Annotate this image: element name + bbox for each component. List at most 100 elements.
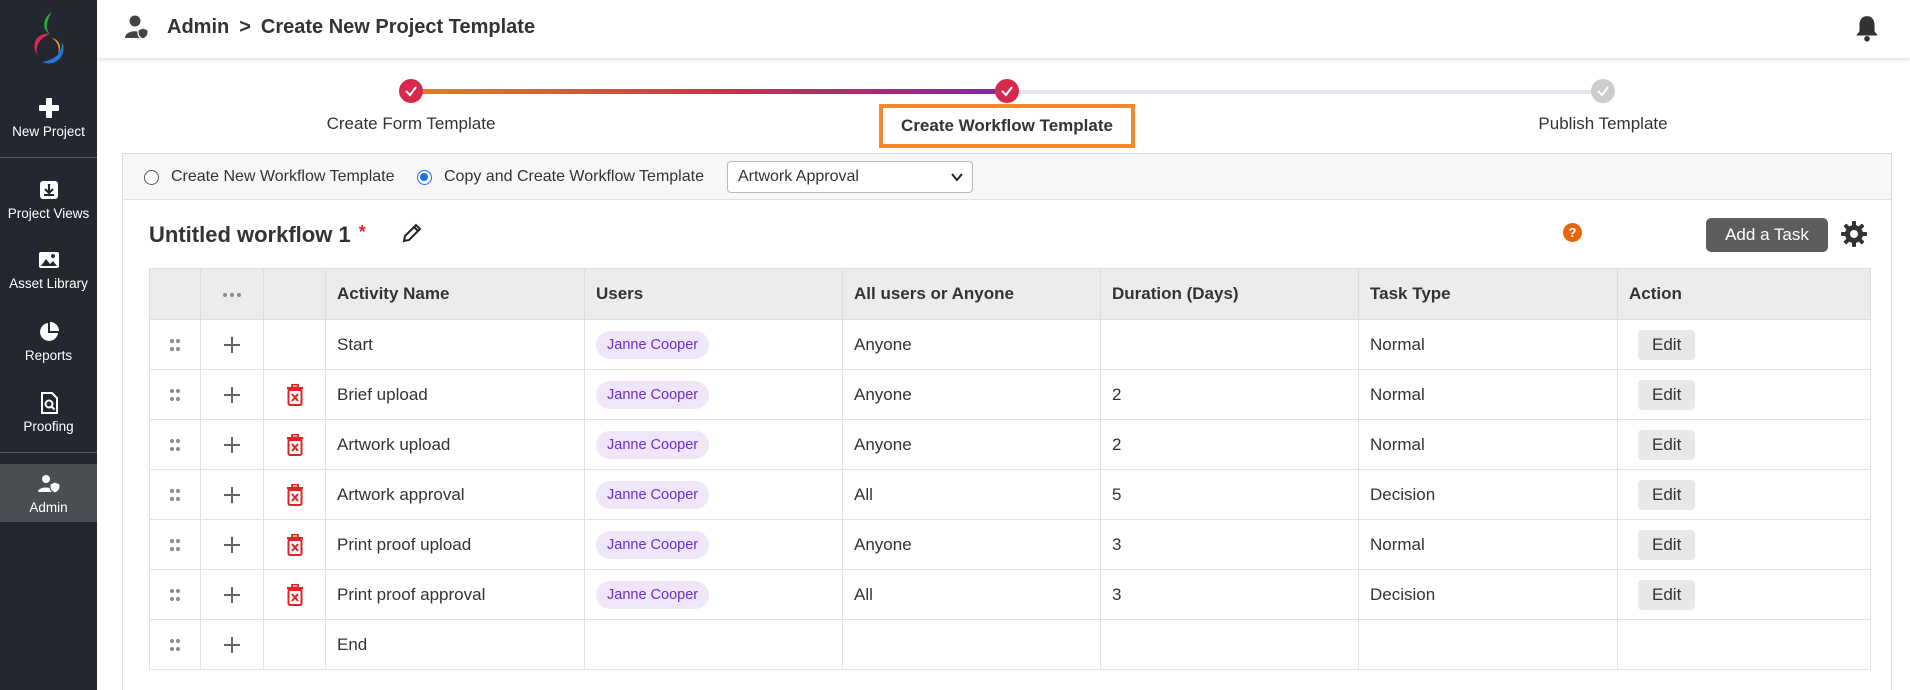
add-task-button[interactable]: Add a Task bbox=[1706, 218, 1828, 252]
user-chip[interactable]: Janne Cooper bbox=[596, 580, 710, 609]
radio-label: Copy and Create Workflow Template bbox=[444, 168, 704, 185]
workflow-title: Untitled workflow 1 * bbox=[149, 222, 366, 248]
task-type: Decision bbox=[1358, 569, 1618, 620]
duration: 2 bbox=[1100, 369, 1359, 420]
edit-button[interactable]: Edit bbox=[1638, 379, 1696, 410]
all-or-anyone: Anyone bbox=[842, 419, 1101, 470]
gear-icon[interactable] bbox=[1840, 220, 1868, 248]
drag-handle-icon[interactable] bbox=[168, 588, 182, 602]
plus-icon[interactable] bbox=[223, 336, 241, 354]
radio-button[interactable] bbox=[144, 169, 159, 185]
activity-name: Print proof approval bbox=[325, 569, 585, 620]
delete-cell bbox=[263, 619, 326, 670]
plus-icon bbox=[38, 98, 59, 118]
table-row: Print proof approval Janne Cooper All 3 … bbox=[149, 569, 1871, 620]
sidebar-item-proofing[interactable]: Proofing bbox=[0, 391, 97, 434]
all-or-anyone: All bbox=[842, 469, 1101, 520]
workflow-panel: Create New Workflow Template Copy and Cr… bbox=[122, 153, 1892, 690]
add-cell[interactable] bbox=[200, 619, 264, 670]
drag-handle-icon[interactable] bbox=[168, 638, 182, 652]
drag-handle-icon[interactable] bbox=[168, 438, 182, 452]
drag-cell[interactable] bbox=[149, 619, 201, 670]
bell-icon[interactable] bbox=[1854, 14, 1880, 42]
radio-create-new[interactable]: Create New Workflow Template bbox=[144, 168, 395, 186]
column-header: Duration (Days) bbox=[1100, 268, 1359, 320]
pencil-icon[interactable] bbox=[401, 222, 423, 244]
table-header-row: Activity Name Users All users or Anyone … bbox=[149, 268, 1871, 320]
more-dots-icon[interactable] bbox=[222, 292, 242, 298]
plus-icon[interactable] bbox=[223, 636, 241, 654]
edit-button[interactable]: Edit bbox=[1638, 479, 1696, 510]
sidebar-item-label: New Project bbox=[12, 124, 85, 139]
select-value: Artwork Approval bbox=[738, 168, 859, 185]
stepper-progress-line bbox=[412, 89, 1008, 94]
add-cell[interactable] bbox=[200, 469, 264, 520]
all-or-anyone: Anyone bbox=[842, 519, 1101, 570]
workflow-template-select[interactable]: Artwork Approval bbox=[727, 161, 973, 193]
user-chip[interactable]: Janne Cooper bbox=[596, 480, 710, 509]
drag-cell[interactable] bbox=[149, 319, 201, 370]
step-3-check-icon[interactable] bbox=[1591, 79, 1615, 103]
table-row: Start Janne Cooper Anyone Normal Edit bbox=[149, 319, 1871, 370]
add-cell[interactable] bbox=[200, 569, 264, 620]
app-logo[interactable] bbox=[22, 8, 72, 70]
plus-icon[interactable] bbox=[223, 436, 241, 454]
drag-handle-icon[interactable] bbox=[168, 488, 182, 502]
stepper-pending-line bbox=[1008, 90, 1604, 94]
add-cell[interactable] bbox=[200, 419, 264, 470]
plus-icon[interactable] bbox=[223, 586, 241, 604]
trash-icon[interactable] bbox=[286, 533, 304, 556]
sidebar-item-asset-library[interactable]: Asset Library bbox=[0, 248, 97, 291]
drag-handle-icon[interactable] bbox=[168, 338, 182, 352]
trash-icon[interactable] bbox=[286, 383, 304, 406]
edit-button[interactable]: Edit bbox=[1638, 579, 1696, 610]
sidebar-item-label: Reports bbox=[24, 348, 73, 363]
sidebar-item-reports[interactable]: Reports bbox=[0, 320, 97, 363]
user-chip[interactable]: Janne Cooper bbox=[596, 330, 710, 359]
help-icon[interactable]: ? bbox=[1563, 223, 1582, 242]
trash-icon[interactable] bbox=[286, 433, 304, 456]
sidebar-item-label: Proofing bbox=[23, 419, 74, 434]
plus-icon[interactable] bbox=[223, 536, 241, 554]
user-shield-icon bbox=[37, 475, 61, 494]
sidebar-item-label: Asset Library bbox=[9, 276, 88, 291]
workflow-table: Activity Name Users All users or Anyone … bbox=[149, 268, 1871, 670]
drag-cell[interactable] bbox=[149, 469, 201, 520]
step-1-check-icon[interactable] bbox=[399, 79, 423, 103]
column-header: Activity Name bbox=[325, 268, 585, 320]
add-cell[interactable] bbox=[200, 319, 264, 370]
user-chip[interactable]: Janne Cooper bbox=[596, 430, 710, 459]
header-more[interactable] bbox=[200, 268, 264, 320]
duration bbox=[1100, 619, 1359, 670]
drag-handle-icon[interactable] bbox=[168, 388, 182, 402]
drag-cell[interactable] bbox=[149, 569, 201, 620]
step-label-publish[interactable]: Publish Template bbox=[1538, 114, 1667, 134]
drag-cell[interactable] bbox=[149, 519, 201, 570]
sidebar-item-new-project[interactable]: New Project bbox=[0, 96, 97, 139]
trash-icon[interactable] bbox=[286, 583, 304, 606]
activity-name: Brief upload bbox=[325, 369, 585, 420]
breadcrumb-admin[interactable]: Admin bbox=[167, 16, 229, 38]
step-label-form[interactable]: Create Form Template bbox=[327, 114, 496, 134]
radio-button[interactable] bbox=[417, 169, 432, 185]
edit-button[interactable]: Edit bbox=[1638, 429, 1696, 460]
plus-icon[interactable] bbox=[223, 486, 241, 504]
delete-cell bbox=[263, 319, 326, 370]
drag-cell[interactable] bbox=[149, 369, 201, 420]
add-cell[interactable] bbox=[200, 369, 264, 420]
trash-icon[interactable] bbox=[286, 483, 304, 506]
user-chip[interactable]: Janne Cooper bbox=[596, 380, 710, 409]
edit-button[interactable]: Edit bbox=[1638, 529, 1696, 560]
action-cell: Edit bbox=[1617, 469, 1871, 520]
add-cell[interactable] bbox=[200, 519, 264, 570]
radio-copy-create[interactable]: Copy and Create Workflow Template bbox=[417, 168, 704, 186]
user-chip[interactable]: Janne Cooper bbox=[596, 530, 710, 559]
step-2-check-icon[interactable] bbox=[995, 79, 1019, 103]
plus-icon[interactable] bbox=[223, 386, 241, 404]
drag-cell[interactable] bbox=[149, 419, 201, 470]
drag-handle-icon[interactable] bbox=[168, 538, 182, 552]
sidebar-item-project-views[interactable]: Project Views bbox=[0, 178, 97, 221]
edit-button[interactable]: Edit bbox=[1638, 329, 1696, 360]
step-label-workflow[interactable]: Create Workflow Template bbox=[879, 104, 1135, 148]
sidebar-item-admin[interactable]: Admin bbox=[0, 464, 97, 522]
